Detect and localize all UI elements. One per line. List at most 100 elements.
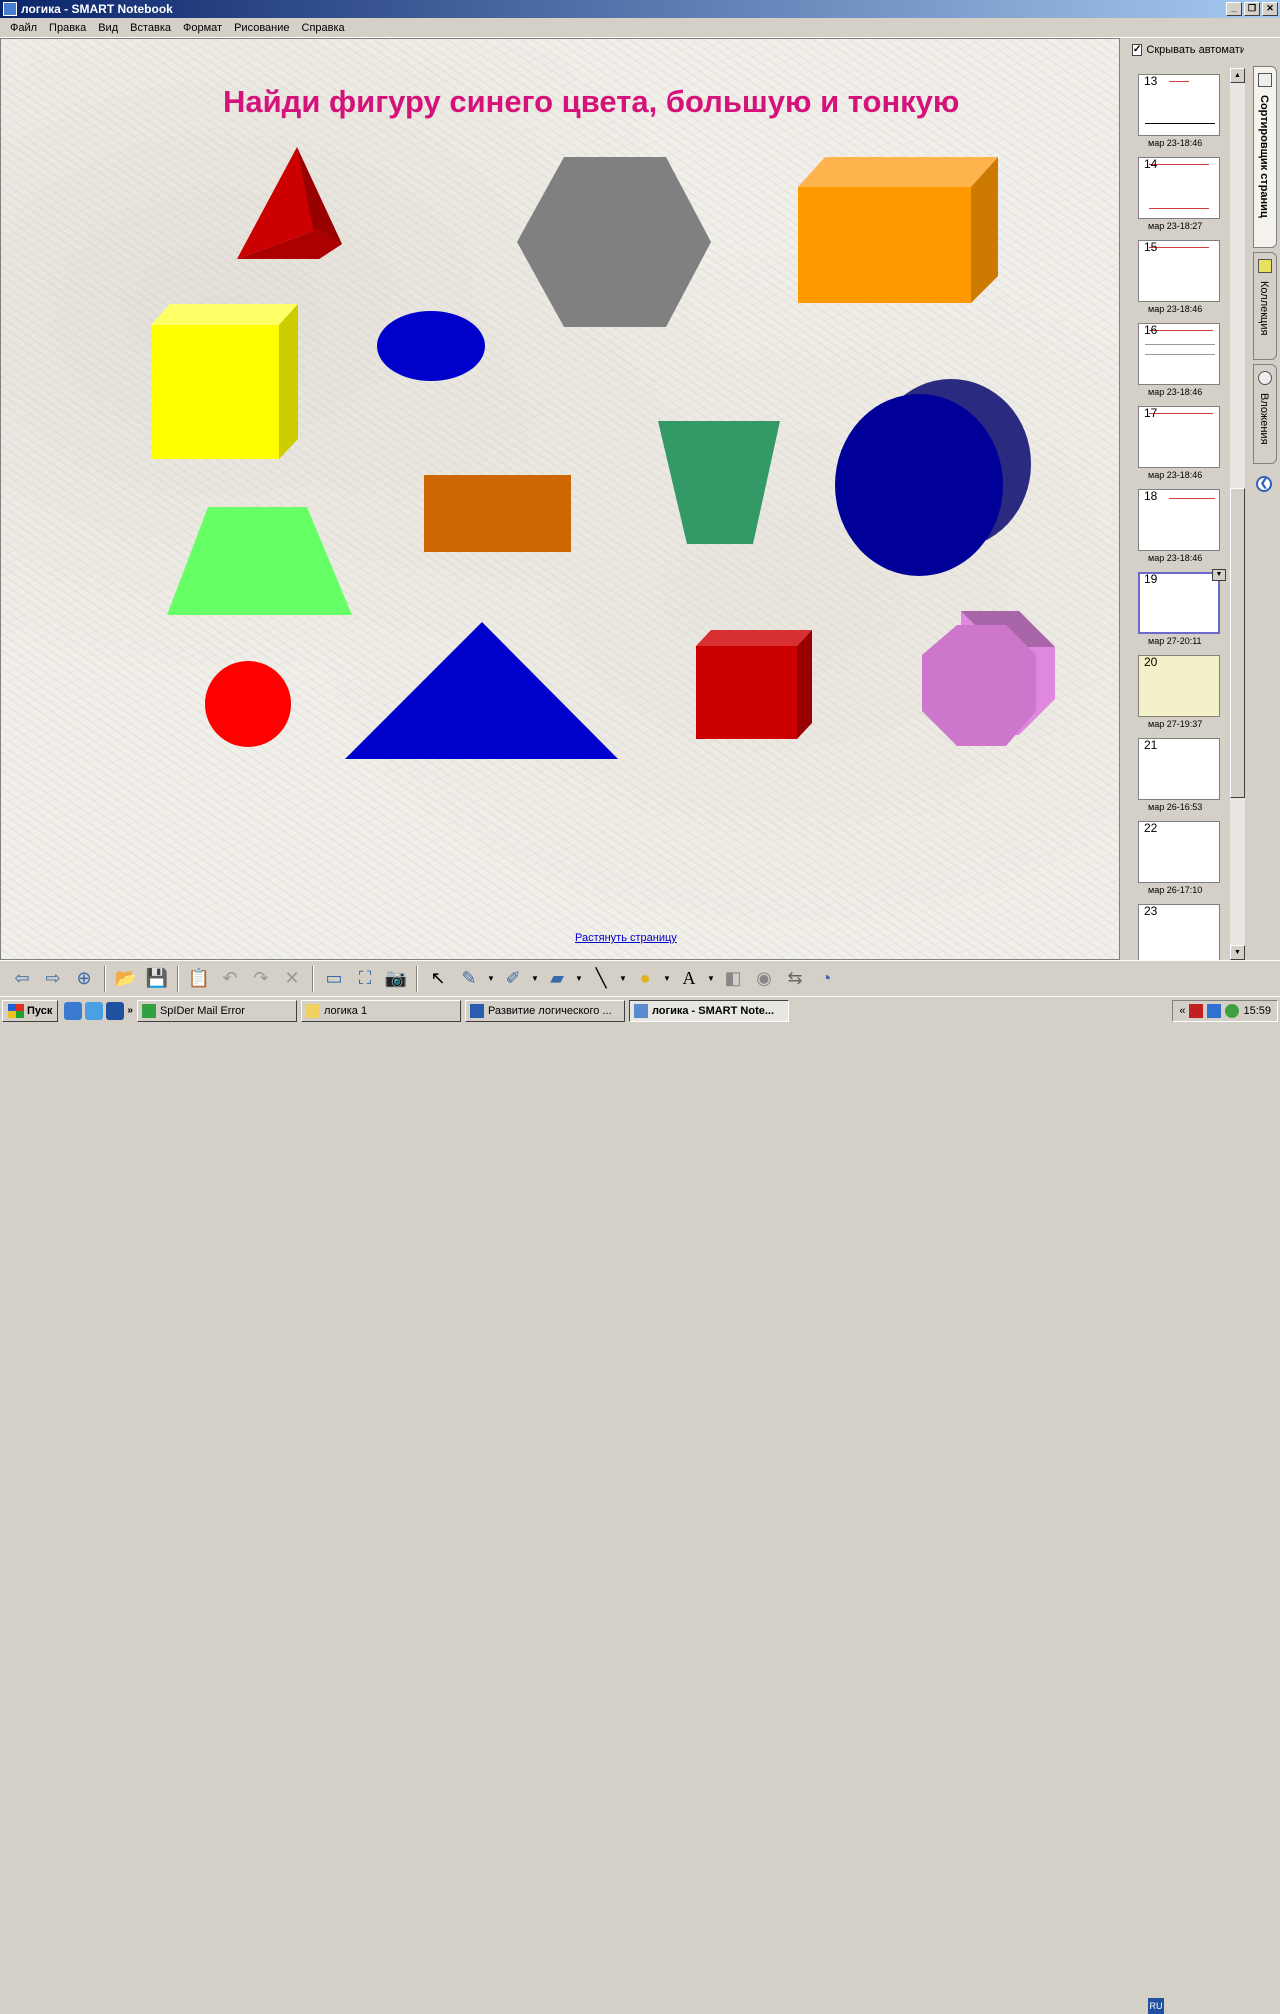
chevron-down-icon[interactable]: ▼ — [618, 965, 628, 993]
thumbnail-menu-button[interactable]: ▼ — [1212, 569, 1226, 581]
antivirus-icon[interactable] — [1189, 1004, 1204, 1018]
yellow-cube[interactable] — [151, 304, 298, 459]
page-thumbnail-19[interactable]: 19 мар 27-20:11 ▼ — [1134, 568, 1226, 651]
taskbar-item-word[interactable]: Развитие логического ... — [464, 999, 625, 1022]
page-thumbnail-16[interactable]: 16 мар 23-18:46 — [1134, 319, 1220, 402]
page-thumbnail-17[interactable]: 17 мар 23-18:46 — [1134, 402, 1220, 485]
browser-icon[interactable] — [85, 1001, 104, 1020]
lightgreen-trapezoid[interactable] — [167, 507, 352, 615]
blue-ellipse[interactable] — [377, 311, 485, 381]
thumbnail-time: мар 27-20:11 — [1148, 636, 1202, 646]
menu-view[interactable]: Вид — [92, 22, 124, 34]
page-thumbnail-22[interactable]: 22 мар 26-17:10 — [1134, 817, 1220, 900]
thumbnail-number: 17 — [1144, 406, 1158, 420]
taskbar-item-label: SpIDer Mail Error — [159, 1004, 245, 1017]
scroll-thumb[interactable] — [1230, 488, 1245, 798]
tab-page-sorter[interactable]: Сортировщик страниц — [1253, 66, 1277, 248]
add-page-icon[interactable]: ⊕ — [70, 965, 98, 993]
language-indicator[interactable]: RU — [1148, 1998, 1164, 2014]
menu-insert[interactable]: Вставка — [124, 22, 177, 34]
restore-button[interactable]: ❐ — [1244, 2, 1260, 16]
page-thumbnail-21[interactable]: 21 мар 26-16:53 — [1134, 734, 1220, 817]
blue-triangle[interactable] — [345, 622, 618, 759]
taskbar-item-notebook[interactable]: логика - SMART Note... — [628, 999, 789, 1022]
brown-rectangle[interactable] — [424, 475, 571, 552]
thumbnail-number: 19 — [1144, 572, 1158, 586]
shapes-layer — [151, 147, 1055, 759]
page-thumbnail-15[interactable]: 15 мар 23-18:46 — [1134, 236, 1220, 319]
taskbar-item-spider[interactable]: SpIDer Mail Error — [136, 999, 297, 1022]
minimize-button[interactable]: _ — [1226, 2, 1242, 16]
update-icon[interactable] — [1225, 1004, 1240, 1018]
start-button[interactable]: Пуск — [2, 999, 59, 1022]
tray-expand-icon[interactable]: « — [1179, 1005, 1185, 1017]
sorter-scrollbar[interactable]: ▲ ▼ — [1230, 68, 1245, 960]
next-page-icon[interactable]: ⇨ — [39, 965, 67, 993]
fill-icon[interactable]: ◧ — [719, 965, 747, 993]
menu-draw[interactable]: Рисование — [228, 22, 295, 34]
dock-side-icon[interactable]: ❮ — [1256, 476, 1272, 492]
thumbnail-time: мар 26-16:53 — [1148, 802, 1203, 812]
red-cube[interactable] — [696, 630, 812, 739]
chevron-down-icon[interactable]: ▼ — [662, 965, 672, 993]
gray-hexagon[interactable] — [517, 157, 711, 327]
chevron-icon[interactable]: » — [127, 1005, 133, 1016]
network-icon[interactable] — [1207, 1004, 1222, 1018]
full-screen-icon[interactable]: ⛶ — [351, 965, 379, 993]
taskbar: Пуск » SpIDer Mail Error логика 1 Развит… — [0, 996, 1280, 2014]
scroll-up-button[interactable]: ▲ — [1230, 68, 1245, 83]
red-circle[interactable] — [205, 661, 291, 747]
stretch-page-link[interactable]: Растянуть страницу — [575, 932, 677, 944]
tab-gallery[interactable]: Коллекция — [1253, 252, 1277, 360]
page-thumbnail-14[interactable]: 14 мар 23-18:27 — [1134, 153, 1220, 236]
chevron-down-icon[interactable]: ▼ — [574, 965, 584, 993]
line-icon[interactable]: ╲ — [587, 965, 615, 993]
undo-icon[interactable]: ↶ — [216, 965, 244, 993]
taskbar-item-folder[interactable]: логика 1 — [300, 999, 461, 1022]
highlighter-icon[interactable]: ✐ — [499, 965, 527, 993]
menu-format[interactable]: Формат — [177, 22, 228, 34]
page-thumbnail-23[interactable]: 23 — [1134, 900, 1220, 960]
page-thumbnail-20[interactable]: 20 мар 27-19:37 — [1134, 651, 1220, 734]
delete-icon[interactable]: ✕ — [278, 965, 306, 993]
select-icon[interactable]: ↖ — [424, 965, 452, 993]
internet-explorer-icon[interactable] — [64, 1001, 83, 1020]
floppy-icon[interactable] — [106, 1001, 125, 1020]
move-toolbar-icon[interactable]: ⇆ — [781, 965, 809, 993]
pen-icon[interactable]: ✎ — [455, 965, 483, 993]
text-icon[interactable]: A — [675, 965, 703, 993]
navy-cylinder[interactable] — [835, 379, 1031, 576]
page-thumbnail-18[interactable]: 18 мар 23-18:46 — [1134, 485, 1220, 568]
violet-octagon-prism[interactable] — [922, 611, 1055, 746]
page-thumbnail-13[interactable]: 13 мар 23-18:46 — [1134, 70, 1220, 153]
autohide-option[interactable]: ✓ Скрывать автоматически — [1132, 44, 1244, 56]
menu-file[interactable]: Файл — [4, 22, 43, 34]
notebook-icon — [633, 1003, 648, 1018]
screen-shade-icon[interactable]: ▭ — [320, 965, 348, 993]
eraser-icon[interactable]: ▰ — [543, 965, 571, 993]
menu-edit[interactable]: Правка — [43, 22, 92, 34]
tab-label: Коллекция — [1258, 281, 1270, 336]
help-icon[interactable]: ◔ — [812, 965, 840, 993]
chevron-down-icon[interactable]: ▼ — [706, 965, 716, 993]
orange-box[interactable] — [798, 157, 998, 303]
close-button[interactable]: ✕ — [1262, 2, 1278, 16]
redo-icon[interactable]: ↷ — [247, 965, 275, 993]
notebook-page[interactable]: Найди фигуру синего цвета, большую и тон… — [0, 38, 1120, 960]
page-sorter-icon — [1258, 73, 1272, 87]
autohide-checkbox[interactable]: ✓ — [1132, 44, 1143, 56]
tab-attachments[interactable]: Вложения — [1253, 364, 1277, 464]
paste-icon[interactable]: 📋 — [185, 965, 213, 993]
prev-page-icon[interactable]: ⇦ — [8, 965, 36, 993]
chevron-down-icon[interactable]: ▼ — [486, 965, 496, 993]
menu-help[interactable]: Справка — [296, 22, 351, 34]
scroll-down-button[interactable]: ▼ — [1230, 945, 1245, 960]
open-icon[interactable]: 📂 — [112, 965, 140, 993]
capture-icon[interactable]: 📷 — [382, 965, 410, 993]
properties-icon[interactable]: ◉ — [750, 965, 778, 993]
green-trapezoid-inverted[interactable] — [658, 421, 780, 544]
chevron-down-icon[interactable]: ▼ — [530, 965, 540, 993]
red-pyramid[interactable] — [237, 147, 342, 259]
shape-icon[interactable]: ● — [631, 965, 659, 993]
save-icon[interactable]: 💾 — [143, 965, 171, 993]
